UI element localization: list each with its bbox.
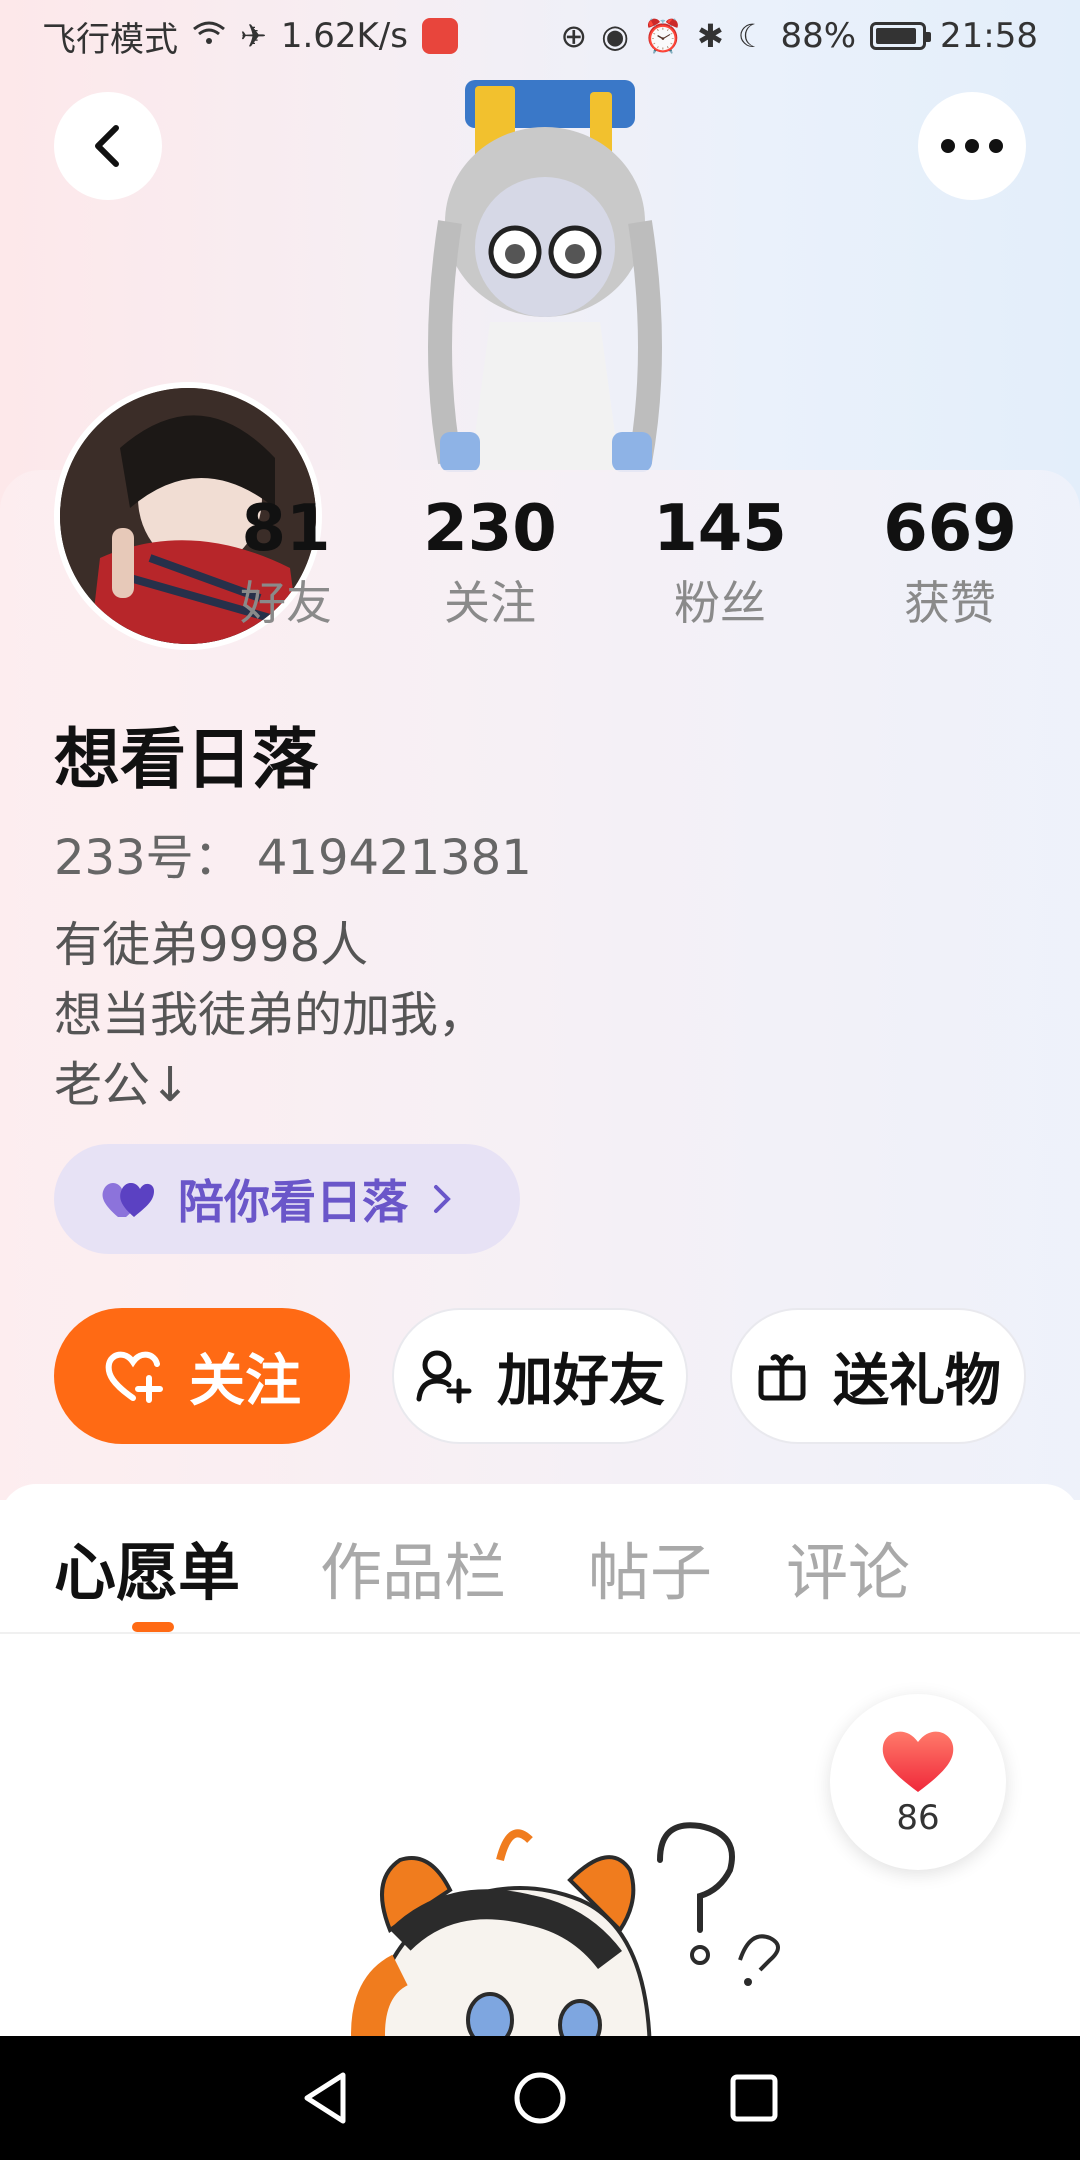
- chevron-left-icon: [95, 125, 119, 167]
- like-count: 86: [896, 1798, 940, 1838]
- more-options-button[interactable]: [918, 92, 1026, 200]
- airplane-icon: ✈: [240, 17, 267, 55]
- empty-state-mascot-illustration: [351, 1822, 780, 2060]
- profile-id: 233号： 419421381: [54, 830, 532, 886]
- clock: 21:58: [940, 16, 1038, 56]
- back-button[interactable]: [54, 92, 162, 200]
- profile-tabs: 心愿单 作品栏 帖子 评论: [0, 1484, 1080, 1634]
- chevron-right-icon: [434, 1185, 451, 1213]
- tab-works[interactable]: 作品栏: [320, 1522, 506, 1612]
- airplane-mode-text: 飞行模式: [42, 19, 178, 60]
- alarm-icon: ⏰: [643, 17, 683, 55]
- bio-line: 想当我徒弟的加我，: [54, 987, 487, 1043]
- huawei-app-icon: [421, 18, 458, 54]
- profile-name: 想看日落: [54, 721, 318, 798]
- nav-back-icon[interactable]: [301, 2071, 351, 2125]
- heart-plus-icon: [105, 1351, 163, 1403]
- stat-friends[interactable]: 81 好友: [196, 490, 376, 638]
- like-button[interactable]: 86: [830, 1694, 1006, 1870]
- send-gift-button[interactable]: 送礼物: [730, 1308, 1026, 1444]
- profile-stats: 81 好友 230 关注 145 粉丝 669 获赞: [0, 490, 1080, 650]
- stat-label: 粉丝: [674, 576, 766, 630]
- bluetooth-icon: ✱: [696, 17, 724, 55]
- system-navigation-bar: [0, 2036, 1080, 2160]
- tab-comments[interactable]: 评论: [786, 1522, 910, 1612]
- nav-home-icon[interactable]: [512, 2070, 568, 2126]
- add-user-icon: [416, 1350, 472, 1404]
- stat-value: 669: [883, 492, 1017, 566]
- eye-comfort-icon: ◉: [601, 17, 630, 55]
- stat-following[interactable]: 230 关注: [400, 490, 580, 638]
- tab-posts[interactable]: 帖子: [588, 1522, 712, 1612]
- stat-fans[interactable]: 145 粉丝: [630, 490, 810, 638]
- gift-icon: [758, 1354, 806, 1401]
- do-not-disturb-icon: ☾: [737, 17, 767, 55]
- network-speed: 1.62K/s: [280, 16, 408, 56]
- data-saver-icon: ⊕: [560, 17, 588, 55]
- status-bar: 飞行模式 ✈ 1.62K/s ⊕ ◉ ⏰ ✱ ☾ 88% 21:58: [0, 0, 1080, 72]
- wifi-icon: [192, 17, 226, 55]
- 3d-avatar-character: [428, 80, 662, 472]
- stat-label: 好友: [240, 576, 332, 630]
- battery-percent: 88%: [780, 16, 857, 56]
- add-friend-button[interactable]: 加好友: [392, 1308, 688, 1444]
- send-gift-button-label: 送礼物: [833, 1348, 1001, 1414]
- follow-button[interactable]: 关注: [54, 1308, 350, 1444]
- more-dots-icon: [941, 139, 1003, 153]
- stat-value: 230: [423, 492, 557, 566]
- stat-value: 145: [653, 492, 787, 566]
- follow-button-label: 关注: [189, 1348, 301, 1414]
- profile-bio: 有徒弟9998人 想当我徒弟的加我， 老公↓: [54, 910, 486, 1120]
- stat-likes[interactable]: 669 获赞: [860, 490, 1040, 638]
- tab-wishlist[interactable]: 心愿单: [54, 1522, 240, 1612]
- hearts-icon: [102, 1183, 154, 1217]
- relationship-tag-label: 陪你看日落: [178, 1175, 408, 1229]
- add-friend-button-label: 加好友: [497, 1348, 665, 1414]
- active-tab-indicator: [132, 1622, 174, 1632]
- nav-recents-icon[interactable]: [729, 2073, 779, 2123]
- stat-label: 关注: [444, 576, 536, 630]
- bio-line: 老公↓: [54, 1057, 191, 1113]
- battery-icon: [870, 22, 932, 50]
- heart-icon: [882, 1731, 954, 1792]
- bio-line: 有徒弟9998人: [54, 917, 369, 973]
- stat-label: 获赞: [904, 576, 996, 630]
- relationship-tag[interactable]: 陪你看日落: [54, 1144, 520, 1254]
- stat-value: 81: [241, 492, 331, 566]
